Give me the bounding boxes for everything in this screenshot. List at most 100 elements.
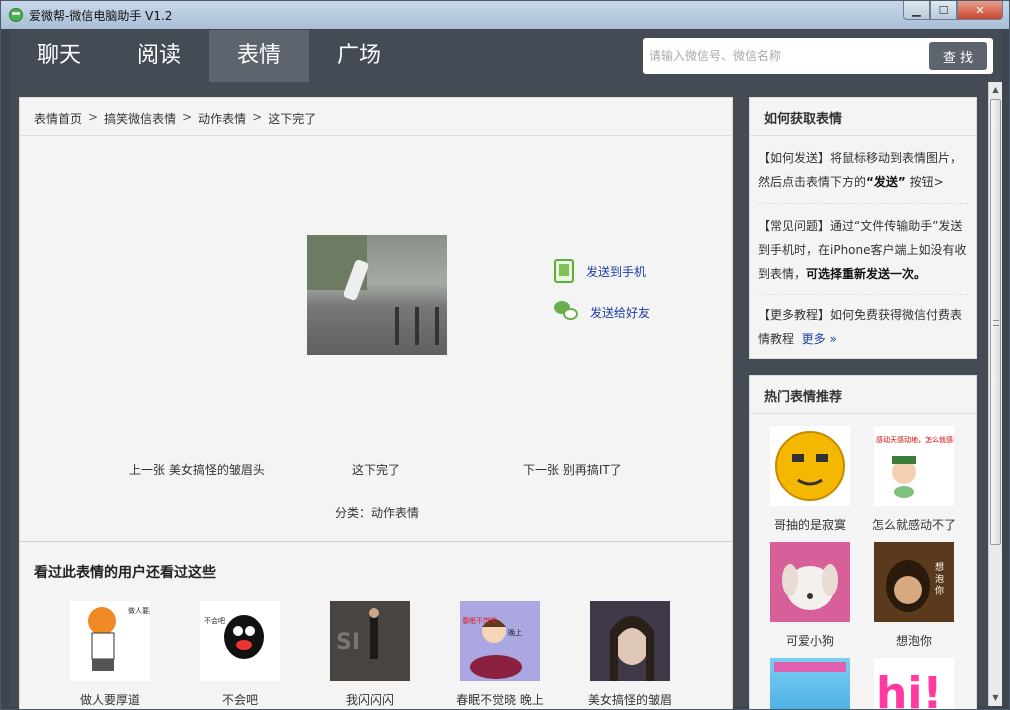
scroll-down-arrow-icon[interactable]: ▼ bbox=[989, 690, 1002, 706]
divider bbox=[20, 135, 732, 136]
breadcrumb-separator: > bbox=[182, 110, 193, 124]
title-bar[interactable]: 爱微帮-微信电脑助手 V1.2 ▁ ☐ ✕ bbox=[1, 1, 1009, 29]
related-image: SI bbox=[330, 601, 410, 681]
monkey-image: 想 泡 你 bbox=[874, 542, 954, 622]
hot-item[interactable]: 感动天感动地，怎么就感动不了你! 怎么就感动不了 bbox=[864, 426, 964, 533]
category-label[interactable]: 分类：动作表情 bbox=[335, 504, 419, 521]
breadcrumb-separator: > bbox=[88, 110, 99, 124]
tip-faq: 【常见问题】通过“文件传输助手”发送到手机时，在iPhone客户端上如没有收到表… bbox=[758, 214, 970, 286]
grip-icon bbox=[993, 320, 999, 326]
hi-text-image: hi! bbox=[876, 668, 942, 710]
tip-text: 按钮> bbox=[909, 175, 944, 189]
content-area: 表情首页 > 搞笑微信表情 > 动作表情 > 这下完了 发送到手机 发送给好友 bbox=[9, 82, 1002, 709]
dancer-image: SI bbox=[330, 601, 410, 681]
send-to-phone-button[interactable]: 发送到手机 bbox=[554, 259, 646, 283]
breadcrumb-action[interactable]: 动作表情 bbox=[198, 110, 246, 127]
hot-item[interactable] bbox=[760, 658, 860, 709]
hot-image bbox=[770, 426, 850, 506]
related-item-label: 做人要厚道 bbox=[79, 693, 140, 707]
smoking-face-image bbox=[775, 431, 845, 501]
blue-banner-image bbox=[774, 662, 846, 672]
tab-emoticons[interactable]: 表情 bbox=[209, 30, 309, 82]
sleepy-girl-image: 春眠不觉晓 晚上 bbox=[460, 601, 540, 681]
breadcrumb: 表情首页 > 搞笑微信表情 > 动作表情 > 这下完了 bbox=[34, 110, 316, 127]
related-image: 做人要厚道 bbox=[70, 601, 150, 681]
hot-image: 感动天感动地，怎么就感动不了你! bbox=[874, 426, 954, 506]
top-nav: 聊天 阅读 表情 广场 查 找 bbox=[9, 30, 1002, 82]
hot-item-label: 可爱小狗 bbox=[785, 634, 834, 648]
black-creature-image: 不会吧 bbox=[204, 615, 264, 659]
tip-emphasis: “发送” bbox=[866, 175, 906, 189]
divider bbox=[20, 541, 732, 542]
related-image: 不会吧 bbox=[200, 601, 280, 681]
maximize-button[interactable]: ☐ bbox=[930, 1, 957, 20]
related-item[interactable]: 美女搞怪的皱眉 bbox=[580, 601, 680, 708]
hot-image: hi! bbox=[874, 658, 954, 710]
hot-title: 热门表情推荐 bbox=[764, 390, 843, 405]
close-button[interactable]: ✕ bbox=[957, 1, 1003, 20]
send-to-friend-button[interactable]: 发送给好友 bbox=[554, 301, 650, 323]
image-detail bbox=[415, 307, 419, 345]
more-link[interactable]: 更多 » bbox=[802, 332, 837, 346]
svg-text:SI: SI bbox=[336, 630, 360, 655]
image-caption: 想 泡 你 bbox=[933, 561, 944, 595]
cute-dog-image bbox=[770, 542, 850, 622]
phone-icon bbox=[554, 259, 574, 283]
breadcrumb-funny[interactable]: 搞笑微信表情 bbox=[104, 110, 176, 127]
related-item[interactable]: SI 我闪闪闪 bbox=[320, 601, 420, 708]
vertical-scrollbar[interactable]: ▲ ▼ bbox=[988, 82, 1002, 706]
hot-item[interactable]: 想 泡 你 想泡你 bbox=[864, 542, 964, 649]
related-item[interactable]: 不会吧 不会吧 bbox=[190, 601, 290, 708]
hot-item[interactable]: 哥抽的是寂寞 bbox=[760, 426, 860, 533]
image-caption: 做人要厚道 bbox=[128, 606, 150, 615]
hot-item-label: 怎么就感动不了 bbox=[871, 518, 956, 532]
app-window: 爱微帮-微信电脑助手 V1.2 ▁ ☐ ✕ 聊天 阅读 表情 广场 查 找 表情… bbox=[0, 0, 1010, 710]
crying-girl-image: 感动天感动地，怎么就感动不了你! bbox=[876, 435, 954, 498]
send-to-phone-label: 发送到手机 bbox=[586, 264, 647, 279]
tip-how-to-send: 【如何发送】将鼠标移动到表情图片，然后点击表情下方的“发送” 按钮> bbox=[758, 146, 970, 194]
image-detail bbox=[435, 307, 439, 345]
image-detail bbox=[395, 307, 399, 345]
howto-title: 如何获取表情 bbox=[764, 112, 843, 127]
wechat-icon bbox=[554, 301, 578, 323]
window-controls: ▁ ☐ ✕ bbox=[903, 1, 1003, 20]
search-button[interactable]: 查 找 bbox=[929, 42, 987, 70]
next-emoticon-link[interactable]: 下一张 别再搞IT了 bbox=[523, 461, 622, 478]
minimize-button[interactable]: ▁ bbox=[903, 1, 930, 20]
breadcrumb-home[interactable]: 表情首页 bbox=[34, 110, 82, 127]
hot-item[interactable]: hi! bbox=[864, 658, 964, 710]
howto-panel: 如何获取表情 【如何发送】将鼠标移动到表情图片，然后点击表情下方的“发送” 按钮… bbox=[749, 97, 977, 359]
hot-image: 想 泡 你 bbox=[874, 542, 954, 622]
related-item-label: 我闪闪闪 bbox=[345, 693, 394, 707]
scroll-up-arrow-icon[interactable]: ▲ bbox=[989, 82, 1002, 98]
related-image: 春眠不觉晓 晚上 bbox=[460, 601, 540, 681]
hot-item[interactable]: 可爱小狗 bbox=[760, 542, 860, 649]
related-item-label: 美女搞怪的皱眉 bbox=[587, 693, 672, 707]
image-caption: 春眠不觉晓 bbox=[462, 616, 497, 625]
emoticon-detail-panel: 表情首页 > 搞笑微信表情 > 动作表情 > 这下完了 发送到手机 发送给好友 bbox=[19, 97, 733, 709]
related-item-label: 不会吧 bbox=[221, 693, 258, 707]
hot-image bbox=[770, 658, 850, 709]
image-bubble-text: 晚上 bbox=[508, 628, 522, 637]
breadcrumb-current: 这下完了 bbox=[268, 112, 317, 126]
search-box: 查 找 bbox=[643, 38, 993, 74]
tab-chat[interactable]: 聊天 bbox=[9, 30, 109, 82]
divider bbox=[758, 294, 968, 295]
emoticon-image[interactable] bbox=[307, 235, 447, 355]
related-item[interactable]: 春眠不觉晓 晚上 春眠不觉晓 晚上 bbox=[450, 601, 550, 708]
related-item-label: 春眠不觉晓 晚上 bbox=[456, 693, 544, 707]
tab-square[interactable]: 广场 bbox=[309, 30, 409, 82]
frowning-woman-image bbox=[590, 601, 670, 681]
scroll-thumb[interactable] bbox=[990, 99, 1001, 545]
hot-item-label: 想泡你 bbox=[895, 634, 932, 648]
tab-read[interactable]: 阅读 bbox=[109, 30, 209, 82]
related-item[interactable]: 做人要厚道 做人要厚道 bbox=[60, 601, 160, 708]
tip-more-tutorials: 【更多教程】如何免费获得微信付费表情教程 更多 » bbox=[758, 303, 970, 351]
hot-image bbox=[770, 542, 850, 622]
prev-emoticon-link[interactable]: 上一张 美女搞怪的皱眉头 bbox=[129, 461, 265, 478]
image-caption: hi! bbox=[876, 668, 942, 710]
hot-item-label: 哥抽的是寂寞 bbox=[773, 518, 846, 532]
current-emoticon-name: 这下完了 bbox=[352, 463, 401, 477]
search-input[interactable] bbox=[649, 42, 919, 70]
hot-emoticons-panel: 热门表情推荐 哥抽的是寂寞 感动天感动地，怎么就感动不了你! bbox=[749, 375, 977, 710]
